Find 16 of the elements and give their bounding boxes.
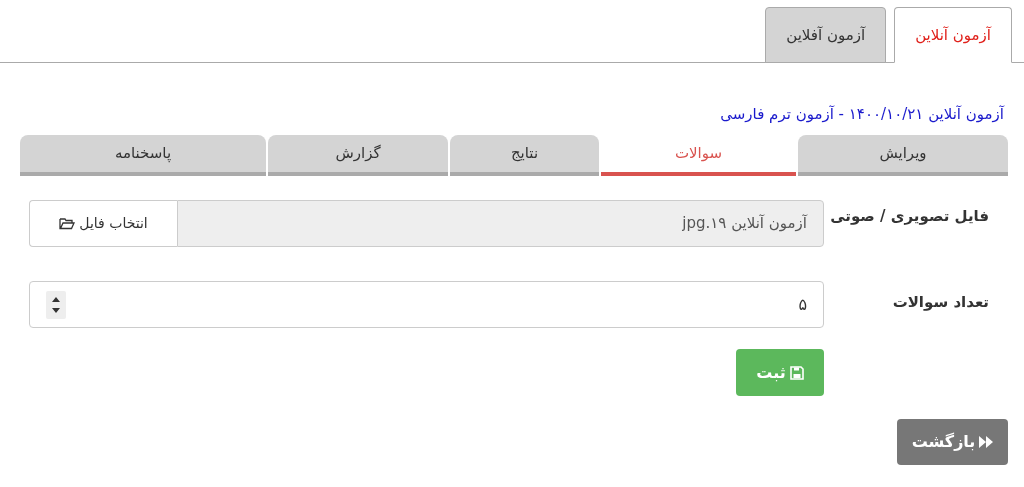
tab[interactable]: آزمون آنلاین bbox=[894, 7, 1012, 63]
field-label: فایل تصویری / صوتی bbox=[829, 206, 990, 227]
number-field[interactable]: ۵ bbox=[29, 281, 824, 328]
tab[interactable]: گزارش bbox=[268, 135, 448, 176]
back-button[interactable]: بازگشت bbox=[897, 419, 1008, 465]
tab[interactable]: نتایج bbox=[450, 135, 599, 176]
exam-title: آزمون آنلاین ۱۴۰۰/۱۰/۲۱ - آزمون ترم فارسی bbox=[719, 104, 1004, 125]
spinner-icon[interactable] bbox=[46, 290, 66, 319]
field-label: تعداد سوالات bbox=[891, 292, 990, 313]
file-name-field[interactable]: آزمون آنلاین ۱۹.jpg bbox=[177, 200, 824, 247]
fast-forward-icon bbox=[979, 436, 994, 448]
tab[interactable]: پاسخنامه bbox=[20, 135, 266, 176]
tab[interactable]: ویرایش bbox=[798, 135, 1008, 176]
tab[interactable]: آزمون آفلاین bbox=[765, 7, 887, 63]
folder-icon bbox=[59, 217, 76, 230]
browse-button[interactable]: انتخاب فایل bbox=[29, 200, 177, 247]
